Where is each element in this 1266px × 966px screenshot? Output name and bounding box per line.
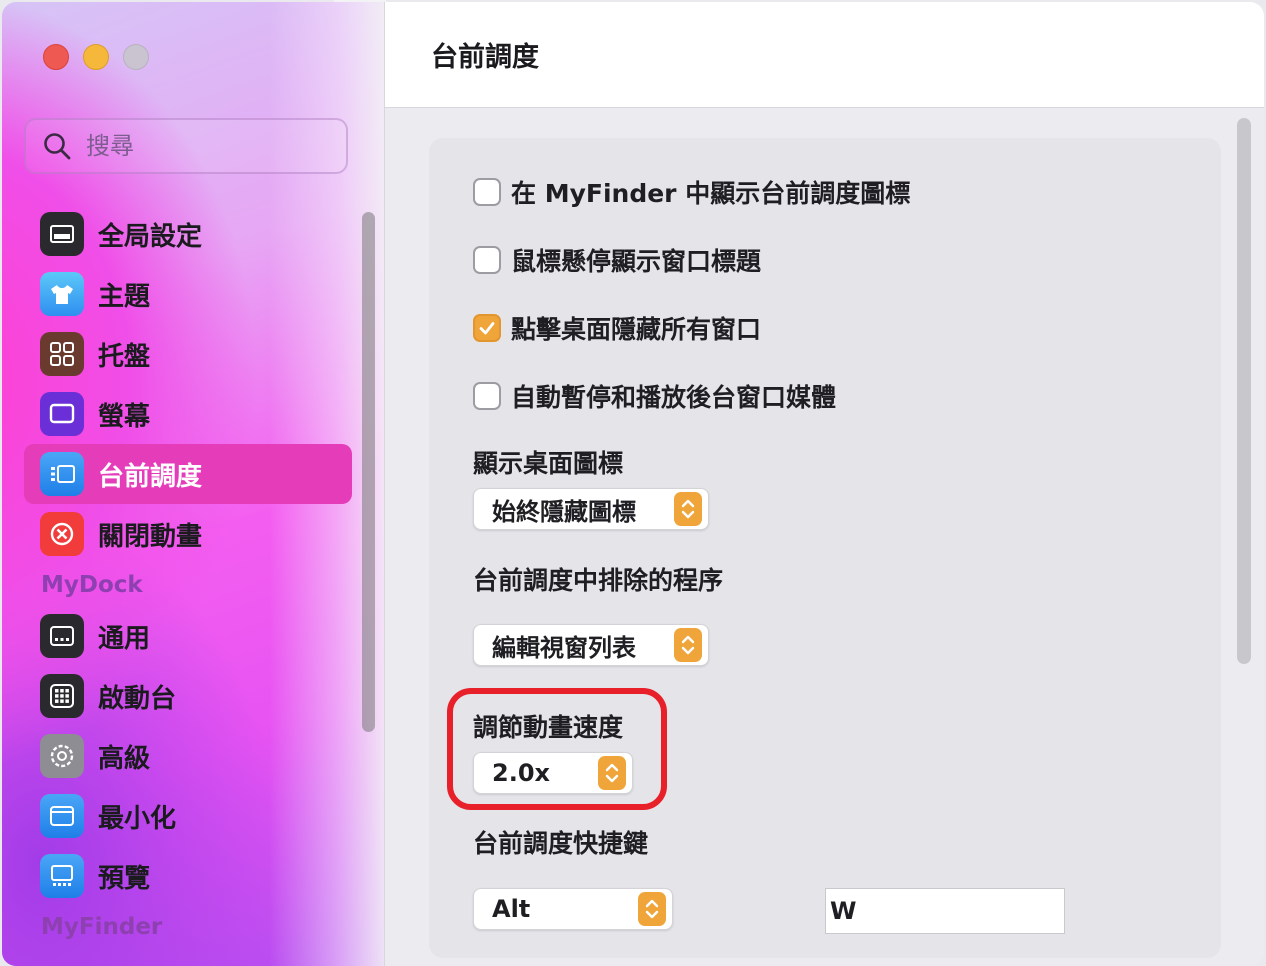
dock-icon bbox=[40, 614, 84, 658]
zoom-window-button[interactable] bbox=[123, 44, 149, 70]
sidebar-item-label: 高級 bbox=[98, 743, 151, 774]
checkbox-label: 鼠標懸停顯示窗口標題 bbox=[511, 247, 762, 276]
sidebar-item-tray[interactable]: 托盤 bbox=[24, 324, 352, 384]
checkbox-row-click-desktop[interactable]: 點擊桌面隱藏所有窗口 bbox=[473, 310, 761, 346]
shortcut-modifier-select[interactable]: Alt bbox=[473, 888, 673, 930]
search-input[interactable] bbox=[86, 132, 316, 160]
main-content: 台前調度 在 MyFinder 中顯示台前調度圖標 鼠標懸停顯示窗口標題 點擊桌… bbox=[384, 2, 1264, 966]
sidebar-item-label: 預覽 bbox=[98, 863, 151, 894]
minimize-window-icon bbox=[40, 794, 84, 838]
excluded-apps-label: 台前調度中排除的程序 bbox=[473, 566, 724, 595]
select-value: Alt bbox=[492, 895, 531, 923]
grid-icon bbox=[40, 332, 84, 376]
gear-icon bbox=[40, 734, 84, 778]
sidebar-item-preview[interactable]: 預覽 bbox=[24, 846, 352, 906]
search-icon bbox=[44, 133, 71, 160]
sidebar-nav: 全局設定 主題 托盤 螢幕 台前調度 關閉動畫 MyDock 通用 啟動台 高級… bbox=[24, 204, 352, 948]
select-value: 編輯視窗列表 bbox=[492, 633, 636, 662]
minimize-window-button[interactable] bbox=[83, 44, 109, 70]
main-scrollbar[interactable] bbox=[1237, 118, 1251, 664]
sidebar-item-display[interactable]: 螢幕 bbox=[24, 384, 352, 444]
stage-manager-icon bbox=[40, 452, 84, 496]
sidebar-item-launchpad[interactable]: 啟動台 bbox=[24, 666, 352, 726]
sidebar-item-label: 台前調度 bbox=[98, 461, 203, 492]
sidebar-item-advanced[interactable]: 高級 bbox=[24, 726, 352, 786]
page-title: 台前調度 bbox=[431, 42, 539, 73]
sidebar-item-label: 螢幕 bbox=[98, 401, 151, 432]
settings-window: 全局設定 主題 托盤 螢幕 bbox=[2, 2, 1264, 966]
sidebar-item-label: 主題 bbox=[98, 281, 151, 312]
chevron-updown-icon bbox=[674, 492, 702, 526]
shortcut-label: 台前調度快捷鍵 bbox=[473, 829, 649, 858]
chevron-updown-icon bbox=[674, 628, 702, 662]
section-header-myfinder: MyFinder bbox=[41, 914, 163, 940]
sidebar-item-minimize[interactable]: 最小化 bbox=[24, 786, 352, 846]
chevron-updown-icon bbox=[638, 892, 666, 926]
checkbox-show-icon[interactable] bbox=[473, 178, 501, 206]
checkbox-row-hover-title[interactable]: 鼠標懸停顯示窗口標題 bbox=[473, 242, 761, 278]
sidebar-item-stage-manager[interactable]: 台前調度 bbox=[24, 444, 352, 504]
display-icon bbox=[40, 392, 84, 436]
checkbox-label: 點擊桌面隱藏所有窗口 bbox=[511, 315, 762, 344]
highlight-ring bbox=[447, 688, 667, 810]
window-controls bbox=[43, 44, 149, 70]
window-icon bbox=[40, 212, 84, 256]
checkmark-icon bbox=[479, 322, 495, 335]
sidebar-item-label: 啟動台 bbox=[98, 683, 177, 714]
main-header: 台前調度 bbox=[385, 2, 1264, 108]
checkbox-hover-title[interactable] bbox=[473, 246, 501, 274]
sidebar: 全局設定 主題 托盤 螢幕 bbox=[2, 2, 384, 966]
launchpad-icon bbox=[40, 674, 84, 718]
sidebar-item-label: 通用 bbox=[98, 623, 151, 654]
checkbox-click-desktop[interactable] bbox=[473, 314, 501, 342]
sidebar-item-close-animation[interactable]: 關閉動畫 bbox=[24, 504, 352, 564]
excluded-apps-select[interactable]: 編輯視窗列表 bbox=[473, 624, 709, 666]
sidebar-item-theme[interactable]: 主題 bbox=[24, 264, 352, 324]
section-header-mydock: MyDock bbox=[41, 572, 143, 598]
search-box[interactable] bbox=[24, 118, 348, 174]
sidebar-item-general[interactable]: 通用 bbox=[24, 606, 352, 666]
checkbox-row-auto-pause[interactable]: 自動暫停和播放後台窗口媒體 bbox=[473, 378, 836, 414]
checkbox-row-show-icon[interactable]: 在 MyFinder 中顯示台前調度圖標 bbox=[473, 174, 910, 210]
shortcut-key-input[interactable] bbox=[825, 888, 1065, 934]
checkbox-auto-pause[interactable] bbox=[473, 382, 501, 410]
sidebar-item-label: 關閉動畫 bbox=[98, 521, 203, 552]
close-window-button[interactable] bbox=[43, 44, 69, 70]
sidebar-scrollbar[interactable] bbox=[362, 212, 375, 732]
sidebar-item-label: 全局設定 bbox=[98, 221, 203, 252]
settings-panel: 在 MyFinder 中顯示台前調度圖標 鼠標懸停顯示窗口標題 點擊桌面隱藏所有… bbox=[429, 138, 1221, 958]
desktop-icons-select[interactable]: 始終隱藏圖標 bbox=[473, 488, 709, 530]
desktop-icons-label: 顯示桌面圖標 bbox=[473, 449, 624, 478]
checkbox-label: 自動暫停和播放後台窗口媒體 bbox=[511, 383, 837, 412]
select-value: 始終隱藏圖標 bbox=[492, 497, 636, 526]
checkbox-label: 在 MyFinder 中顯示台前調度圖標 bbox=[511, 179, 911, 208]
sidebar-item-label: 最小化 bbox=[98, 803, 177, 834]
sidebar-item-label: 托盤 bbox=[98, 341, 151, 372]
tshirt-icon bbox=[40, 272, 84, 316]
close-circle-icon bbox=[40, 512, 84, 556]
preview-icon bbox=[40, 854, 84, 898]
sidebar-item-global-settings[interactable]: 全局設定 bbox=[24, 204, 352, 264]
